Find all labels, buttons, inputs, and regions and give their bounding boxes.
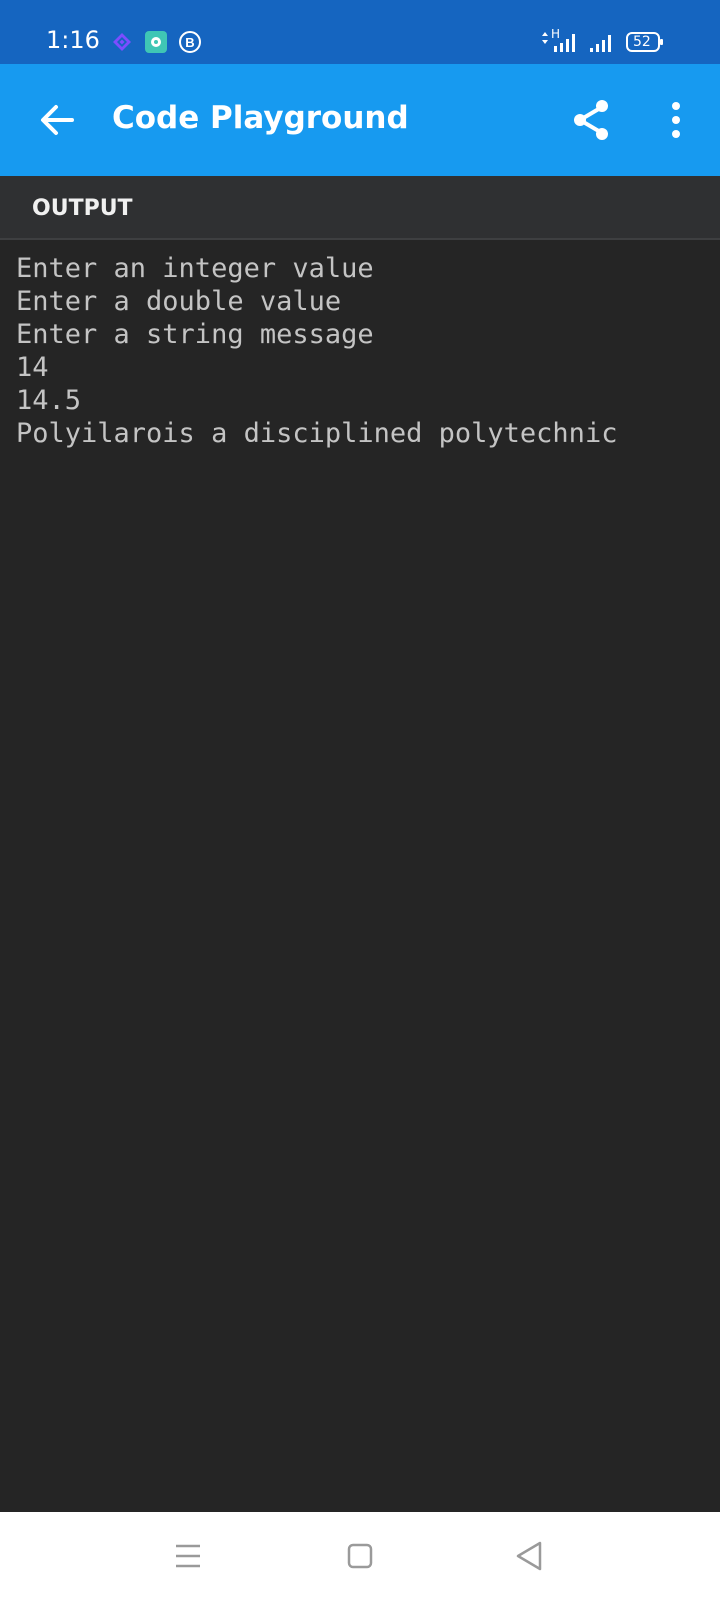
arrow-left-icon [41, 105, 74, 135]
whatsapp-business-icon: B [178, 30, 202, 59]
recents-button[interactable] [162, 1530, 214, 1582]
svg-text:B: B [185, 35, 194, 50]
console-line: Polyilarois a disciplined polytechnic [16, 418, 618, 449]
console-output[interactable]: Enter an integer value Enter a double va… [0, 240, 720, 1512]
output-label: OUTPUT [32, 196, 133, 221]
console-line: 14 [16, 352, 49, 383]
status-time: 1:16 [46, 26, 100, 54]
app-bar: Code Playground [0, 64, 720, 176]
signal-h-icon [540, 30, 582, 59]
back-nav-button[interactable] [504, 1530, 556, 1582]
signal-bars-icon [588, 30, 618, 59]
teal-app-icon [144, 30, 168, 59]
back-button[interactable] [34, 92, 90, 148]
console-line: 14.5 [16, 385, 82, 416]
recents-menu-icon [176, 1544, 200, 1568]
page-title: Code Playground [112, 100, 409, 136]
back-triangle-icon [516, 1541, 542, 1571]
battery-level: 52 [633, 34, 651, 50]
home-square-icon [347, 1543, 373, 1569]
console-line: Enter an integer value [16, 253, 374, 284]
more-options-button[interactable] [650, 92, 700, 148]
more-vertical-icon [672, 102, 680, 138]
share-icon [574, 100, 608, 140]
output-header: OUTPUT [0, 176, 720, 240]
home-button[interactable] [334, 1530, 386, 1582]
signal-network-label: H [551, 27, 561, 41]
layers-app-icon [110, 30, 134, 59]
console-line: Enter a double value [16, 286, 342, 317]
share-button[interactable] [566, 92, 622, 148]
system-nav-bar [0, 1512, 720, 1600]
status-bar: 1:16 B H 52 [0, 0, 720, 64]
console-line: Enter a string message [16, 319, 374, 350]
